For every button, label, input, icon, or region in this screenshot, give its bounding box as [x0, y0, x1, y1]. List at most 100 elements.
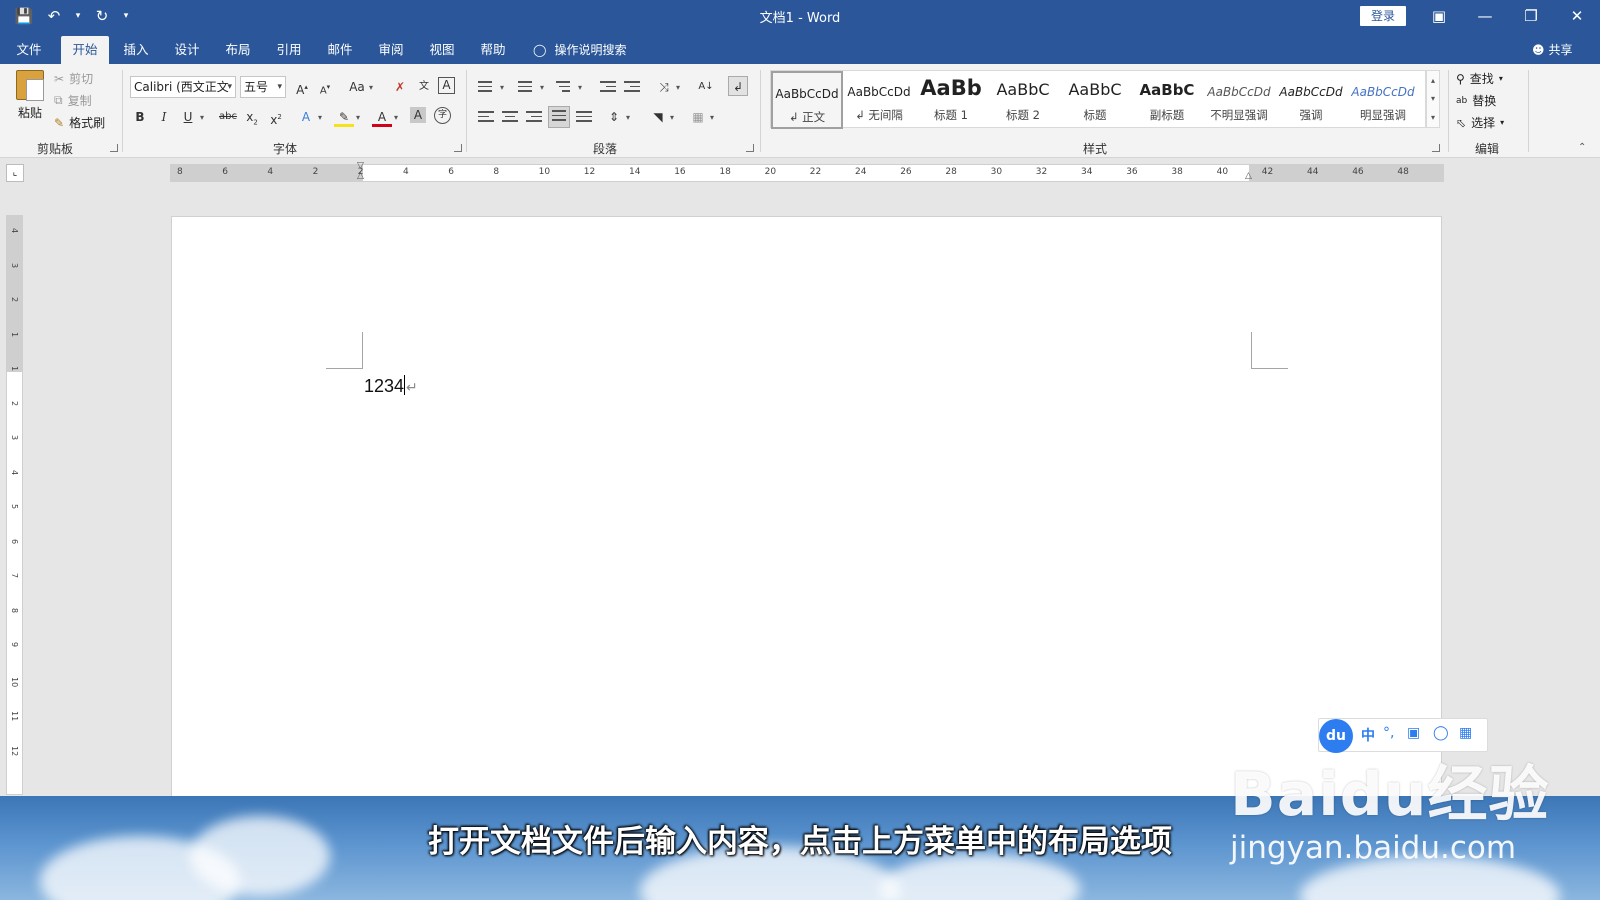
shrink-font-icon[interactable]: A▾ [315, 77, 335, 97]
chevron-down-icon[interactable]: ▾ [1427, 94, 1439, 103]
show-paragraph-marks-icon[interactable]: ↲ [728, 76, 748, 96]
document-body[interactable]: 1234 ↵ [364, 375, 418, 397]
distributed-icon[interactable] [576, 108, 594, 126]
multilevel-list-icon[interactable] [556, 78, 574, 96]
bold-icon[interactable]: B [130, 107, 150, 127]
cut-button[interactable]: ✂ 剪切 [54, 70, 93, 87]
chevron-down-icon[interactable]: ▾ [394, 113, 398, 122]
text-effects-icon[interactable]: A [296, 107, 316, 127]
clipboard-launcher-icon[interactable] [110, 144, 118, 152]
ime-language-toggle[interactable]: 中 [1361, 725, 1375, 745]
format-painter-button[interactable]: ✎ 格式刷 [54, 114, 105, 131]
style-subtitle[interactable]: AaBbC 副标题 [1131, 71, 1203, 129]
chevron-down-icon[interactable]: ▾ [578, 83, 582, 92]
chevron-down-icon[interactable]: ▾ [710, 113, 714, 122]
character-shading-icon[interactable]: A [410, 107, 426, 123]
paragraph-launcher-icon[interactable] [746, 144, 754, 152]
style-emphasis[interactable]: AaBbCcDd 强调 [1275, 71, 1347, 129]
chevron-down-icon[interactable]: ▾ [500, 83, 504, 92]
subscript-icon[interactable]: x2 [242, 107, 262, 127]
tab-home[interactable]: 开始 [61, 36, 109, 64]
user-icon[interactable]: ◯ [1433, 725, 1449, 741]
tab-view[interactable]: 视图 [421, 36, 463, 64]
grow-font-icon[interactable]: A▴ [292, 77, 312, 97]
font-launcher-icon[interactable] [454, 144, 462, 152]
styles-gallery-scroll[interactable]: ▴ ▾ ▾ [1426, 70, 1440, 128]
tab-layout[interactable]: 布局 [217, 36, 259, 64]
style-no-spacing[interactable]: AaBbCcDd ↲ 无间隔 [843, 71, 915, 129]
horizontal-ruler[interactable]: 8 6 4 2 2 4 6 8 10 12 14 16 18 20 22 24 26 28 30 32 34 36 38 40… [170, 161, 1444, 182]
enclose-characters-icon[interactable]: 字 [434, 107, 451, 124]
style-heading-1[interactable]: AaBb 标题 1 [915, 71, 987, 129]
chevron-down-icon[interactable]: ▾ [369, 83, 373, 92]
line-spacing-icon[interactable]: ⇕ [604, 107, 624, 127]
chevron-down-icon[interactable]: ▾ [318, 113, 322, 122]
tab-insert[interactable]: 插入 [115, 36, 157, 64]
tab-help[interactable]: 帮助 [472, 36, 514, 64]
punctuation-icon[interactable]: °, [1383, 725, 1394, 741]
chevron-down-icon[interactable]: ▾ [540, 83, 544, 92]
grid-menu-icon[interactable]: ▦ [1459, 725, 1472, 741]
styles-launcher-icon[interactable] [1432, 144, 1440, 152]
superscript-icon[interactable]: x2 [266, 107, 286, 127]
login-button[interactable]: 登录 [1360, 6, 1406, 26]
select-button[interactable]: ⬁ 选择 ▾ [1456, 114, 1504, 131]
style-heading-2[interactable]: AaBbC 标题 2 [987, 71, 1059, 129]
character-border-icon[interactable]: A [438, 77, 455, 94]
more-styles-icon[interactable]: ▾ [1427, 113, 1439, 122]
highlight-icon[interactable]: ✎ [334, 107, 354, 127]
align-right-icon[interactable] [526, 108, 544, 126]
align-left-icon[interactable] [478, 108, 496, 126]
minimize-icon[interactable]: — [1462, 0, 1508, 32]
sort-icon[interactable]: A↓ [696, 77, 716, 97]
style-normal[interactable]: AaBbCcDd ↲ 正文 [771, 71, 843, 129]
tab-design[interactable]: 设计 [166, 36, 208, 64]
restore-icon[interactable]: ❐ [1508, 0, 1554, 32]
change-case-icon[interactable]: Aa [344, 77, 370, 97]
hanging-indent-marker[interactable]: △ [357, 171, 364, 181]
decrease-indent-icon[interactable] [600, 78, 618, 96]
tab-references[interactable]: 引用 [268, 36, 310, 64]
chevron-down-icon[interactable]: ▾ [626, 113, 630, 122]
tab-file[interactable]: 文件 [8, 36, 50, 64]
ribbon-display-icon[interactable]: ▣ [1416, 0, 1462, 32]
chevron-down-icon[interactable]: ▾ [676, 83, 680, 92]
style-subtle-emphasis[interactable]: AaBbCcDd 不明显强调 [1203, 71, 1275, 129]
toolbox-icon[interactable]: ▣ [1407, 725, 1420, 741]
strikethrough-icon[interactable]: abc [216, 107, 240, 127]
underline-icon[interactable]: U [178, 107, 198, 127]
tab-selector-icon[interactable]: ⌞ [6, 164, 24, 182]
font-name-combo[interactable]: Calibri (西文正文 ▾ [130, 76, 236, 98]
font-size-combo[interactable]: 五号 ▾ [240, 76, 286, 98]
chevron-down-icon[interactable]: ▾ [670, 113, 674, 122]
collapse-ribbon-icon[interactable]: ⌃ [1578, 142, 1586, 153]
justify-icon[interactable] [548, 106, 570, 128]
numbering-icon[interactable] [518, 78, 536, 96]
copy-button[interactable]: ⧉ 复制 [54, 92, 92, 109]
document-page[interactable]: 1234 ↵ [171, 216, 1442, 806]
chevron-up-icon[interactable]: ▴ [1427, 76, 1439, 85]
right-indent-marker[interactable]: △ [1245, 171, 1252, 181]
paste-button[interactable]: 粘贴 [12, 70, 48, 121]
style-title[interactable]: AaBbC 标题 [1059, 71, 1131, 129]
first-line-indent-marker[interactable]: ▽ [357, 161, 364, 171]
close-icon[interactable]: ✕ [1554, 0, 1600, 32]
share-button[interactable]: ☻ 共享 [1532, 36, 1573, 64]
align-center-icon[interactable] [502, 108, 520, 126]
chevron-down-icon[interactable]: ▾ [356, 113, 360, 122]
borders-icon[interactable]: ▦ [688, 107, 708, 127]
style-intense-emphasis[interactable]: AaBbCcDd 明显强调 [1347, 71, 1419, 129]
bullets-icon[interactable] [478, 78, 496, 96]
shading-icon[interactable]: ◥ [648, 107, 668, 127]
increase-indent-icon[interactable] [624, 78, 642, 96]
italic-icon[interactable]: I [154, 107, 174, 127]
find-button[interactable]: ⚲ 查找 ▾ [1456, 70, 1503, 87]
tab-review[interactable]: 审阅 [370, 36, 412, 64]
phonetic-guide-icon[interactable]: 文 [414, 77, 434, 97]
tab-mailings[interactable]: 邮件 [319, 36, 361, 64]
chinese-layout-icon[interactable]: ⤨ [654, 77, 674, 97]
tell-me-search[interactable]: ◯ 操作说明搜索 [533, 36, 626, 64]
chevron-down-icon[interactable]: ▾ [200, 113, 204, 122]
replace-button[interactable]: ab 替换 [1456, 92, 1496, 109]
font-color-icon[interactable]: A [372, 107, 392, 127]
